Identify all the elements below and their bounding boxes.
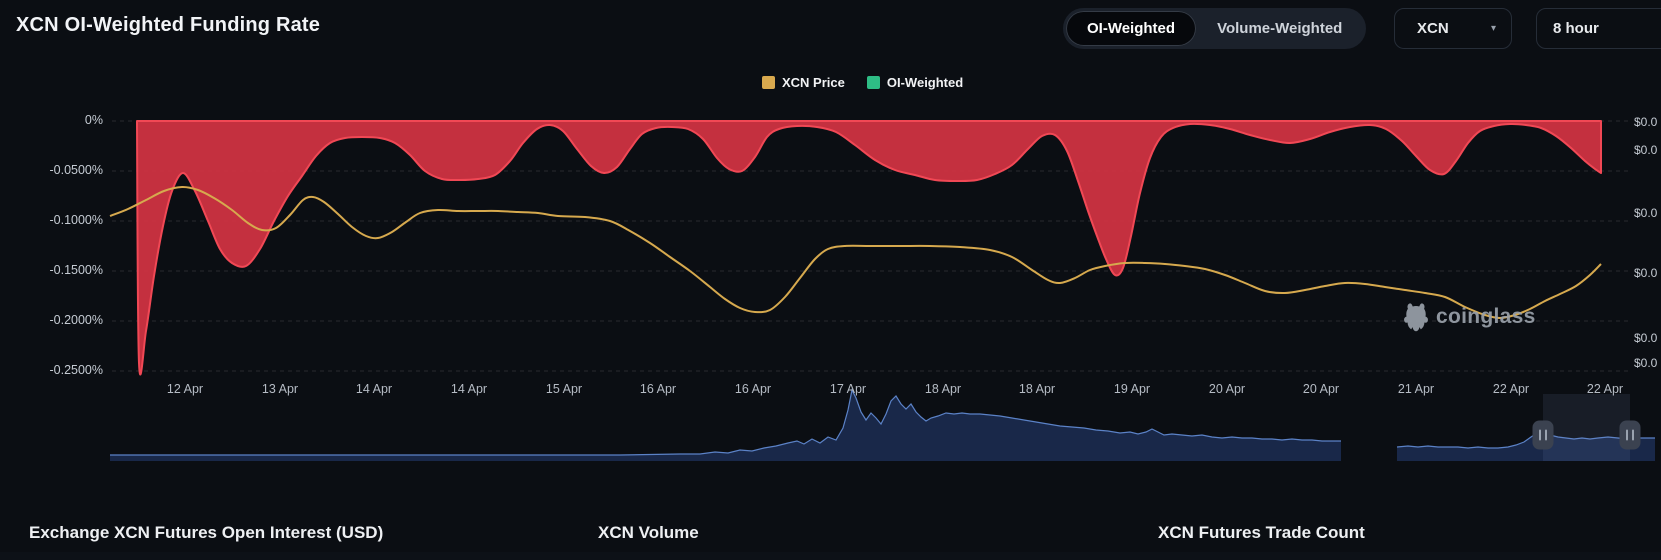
interval-button-label: 8 hour <box>1553 20 1599 37</box>
x-axis-tick: 20 Apr <box>1208 382 1246 396</box>
x-axis-tick: 18 Apr <box>1018 382 1056 396</box>
chevron-down-icon: ▾ <box>1490 23 1496 34</box>
y-axis-tick: -0.2000% <box>49 313 103 327</box>
y-axis-right-tick: $0.0 <box>1634 206 1658 220</box>
handle-grip-icon <box>1539 429 1541 441</box>
y-axis-right-tick: $0.0 <box>1634 356 1658 370</box>
x-axis-tick: 22 Apr <box>1586 382 1624 396</box>
y-axis-right-tick: $0.0 <box>1634 115 1658 129</box>
x-axis-tick: 20 Apr <box>1302 382 1340 396</box>
navigator-handle-right[interactable] <box>1619 420 1641 450</box>
x-axis-tick: 12 Apr <box>166 382 204 396</box>
navigator-handle-left[interactable] <box>1532 420 1554 450</box>
y-axis-right-tick: $0.0 <box>1634 331 1658 345</box>
next-row-panels-edge <box>0 552 1661 560</box>
coinglass-logo-icon <box>1404 303 1428 332</box>
x-axis-tick: 21 Apr <box>1397 382 1435 396</box>
weighting-toggle[interactable]: OI-Weighted Volume-Weighted <box>1063 8 1367 49</box>
toggle-volume-weighted[interactable]: Volume-Weighted <box>1196 11 1363 46</box>
watermark-text: coinglass <box>1436 305 1536 328</box>
price-line-series <box>109 185 1602 320</box>
x-axis-tick: 14 Apr <box>355 382 393 396</box>
oi-weighted-swatch-icon <box>866 76 880 89</box>
y-axis-tick: -0.1500% <box>49 263 103 277</box>
legend-item-xcn-price[interactable]: XCN Price <box>762 75 845 90</box>
funding-area-series <box>136 120 1602 376</box>
coinglass-watermark: coinglass <box>1402 302 1536 332</box>
handle-grip-icon <box>1545 429 1547 441</box>
y-axis-right-tick: $0.0 <box>1634 143 1658 157</box>
section-title-trade-count: XCN Futures Trade Count <box>1158 523 1365 542</box>
x-axis-tick: 15 Apr <box>545 382 583 396</box>
toggle-oi-weighted[interactable]: OI-Weighted <box>1066 11 1197 46</box>
section-title-open-interest: Exchange XCN Futures Open Interest (USD) <box>29 523 384 542</box>
section-title-volume: XCN Volume <box>598 523 699 542</box>
x-axis-tick: 17 Apr <box>829 382 867 396</box>
x-axis-tick: 16 Apr <box>639 382 677 396</box>
x-axis-tick: 18 Apr <box>924 382 962 396</box>
legend-label: XCN Price <box>782 75 845 90</box>
x-axis-tick: 14 Apr <box>450 382 488 396</box>
x-axis-tick: 16 Apr <box>734 382 772 396</box>
symbol-select-value: XCN <box>1417 20 1449 37</box>
y-axis-tick: -0.0500% <box>49 163 103 177</box>
handle-grip-icon <box>1632 429 1634 441</box>
navigator-selection[interactable] <box>1543 394 1630 461</box>
y-axis-tick: -0.2500% <box>49 363 103 377</box>
x-axis-tick: 13 Apr <box>261 382 299 396</box>
x-axis-tick: 22 Apr <box>1492 382 1530 396</box>
page-title: XCN OI-Weighted Funding Rate <box>16 14 321 36</box>
x-axis-tick: 19 Apr <box>1113 382 1151 396</box>
y-axis-tick: -0.1000% <box>49 213 103 227</box>
y-axis-right-tick: $0.0 <box>1634 266 1658 280</box>
y-axis-tick: 0% <box>84 113 103 127</box>
chart-legend: XCN Price OI-Weighted <box>762 75 963 90</box>
interval-button[interactable]: 8 hour <box>1536 8 1661 49</box>
navigator-area <box>110 390 1341 461</box>
xcn-price-swatch-icon <box>762 76 775 89</box>
handle-grip-icon <box>1626 429 1628 441</box>
symbol-select[interactable]: XCN ▾ <box>1394 8 1512 49</box>
legend-item-oi-weighted[interactable]: OI-Weighted <box>866 75 964 90</box>
legend-label: OI-Weighted <box>886 75 964 90</box>
